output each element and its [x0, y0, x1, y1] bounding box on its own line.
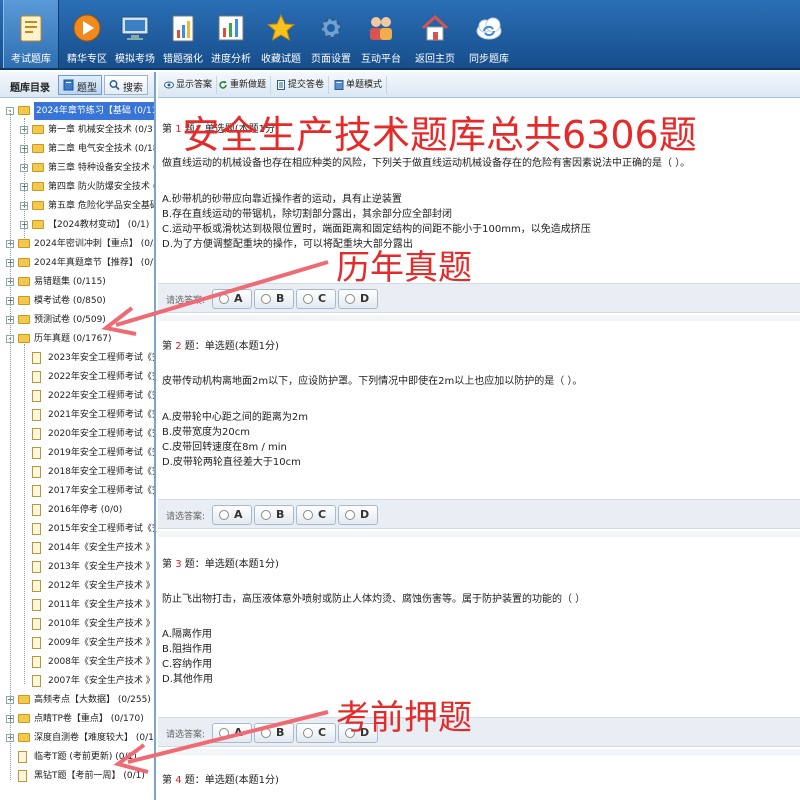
- arrow-to-final-questions: [113, 710, 329, 774]
- arrow-to-past-exams: [101, 260, 329, 336]
- arrow-overlay: [101, 260, 329, 774]
